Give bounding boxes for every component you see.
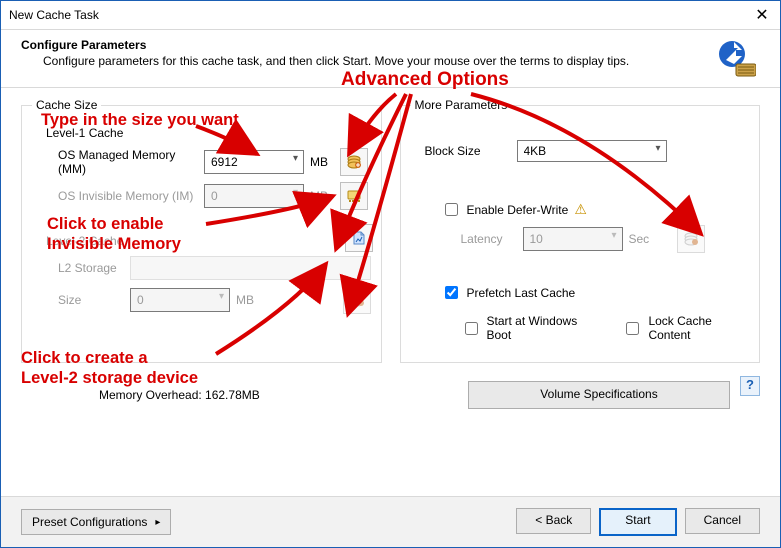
mm-input[interactable] xyxy=(204,150,304,174)
defer-write-label: Enable Defer-Write xyxy=(467,203,569,217)
mm-label: OS Managed Memory (MM) xyxy=(58,148,198,176)
dialog-window: New Cache Task ✕ Configure Parameters Co… xyxy=(0,0,781,548)
l2-advanced-button[interactable] xyxy=(343,286,371,314)
start-button[interactable]: Start xyxy=(599,508,676,536)
warning-icon: ⚠ xyxy=(574,201,587,218)
im-unit: MB xyxy=(310,189,328,203)
l2-create-button[interactable] xyxy=(345,224,373,252)
latency-input xyxy=(523,227,623,251)
level1-title: Level-1 Cache xyxy=(46,126,371,140)
preset-configurations-button[interactable]: Preset Configurations ▸ xyxy=(21,509,171,535)
prefetch-checkbox[interactable] xyxy=(445,286,458,299)
prefetch-label: Prefetch Last Cache xyxy=(467,286,576,300)
block-size-label: Block Size xyxy=(425,144,511,158)
mm-advanced-button[interactable] xyxy=(340,148,368,176)
start-boot-label: Start at Windows Boot xyxy=(487,314,597,342)
chevron-right-icon: ▸ xyxy=(155,517,160,528)
l2-storage-select xyxy=(130,256,371,280)
im-enable-button[interactable] xyxy=(340,182,368,210)
defer-write-checkbox[interactable] xyxy=(445,203,458,216)
more-legend: More Parameters xyxy=(411,98,512,112)
cache-size-legend: Cache Size xyxy=(32,98,101,112)
cache-size-group: Cache Size Level-1 Cache OS Managed Memo… xyxy=(21,98,382,363)
im-input xyxy=(204,184,304,208)
page-title: Configure Parameters xyxy=(21,38,629,52)
latency-unit: Sec xyxy=(629,232,650,246)
l2-size-input xyxy=(130,288,230,312)
memory-overhead-text: Memory Overhead: 162.78MB xyxy=(99,388,260,402)
more-parameters-group: More Parameters Block Size 4KB Enable De… xyxy=(400,98,761,363)
l2-storage-label: L2 Storage xyxy=(58,261,124,275)
volume-specifications-button[interactable]: Volume Specifications xyxy=(468,381,730,409)
footer: Preset Configurations ▸ < Back Start Can… xyxy=(1,496,780,547)
page-subtitle: Configure parameters for this cache task… xyxy=(43,54,629,68)
window-title: New Cache Task xyxy=(9,8,99,22)
start-boot-checkbox[interactable] xyxy=(465,322,478,335)
help-icon[interactable]: ? xyxy=(740,376,760,396)
latency-advanced-button[interactable] xyxy=(677,225,705,253)
header-logo-icon xyxy=(716,38,760,81)
latency-label: Latency xyxy=(461,232,517,246)
lock-cache-checkbox[interactable] xyxy=(626,322,639,335)
l2-size-unit: MB xyxy=(236,293,254,307)
l2-size-label: Size xyxy=(58,293,124,307)
titlebar: New Cache Task ✕ xyxy=(1,1,780,30)
back-button[interactable]: < Back xyxy=(516,508,591,534)
mm-unit: MB xyxy=(310,155,328,169)
close-icon[interactable]: ✕ xyxy=(752,5,772,25)
cancel-button[interactable]: Cancel xyxy=(685,508,760,534)
lock-cache-label: Lock Cache Content xyxy=(648,314,749,342)
header: Configure Parameters Configure parameter… xyxy=(1,30,780,88)
im-label: OS Invisible Memory (IM) xyxy=(58,189,198,203)
block-size-select[interactable]: 4KB xyxy=(517,140,667,162)
level2-title: Level-2 Cache xyxy=(46,234,371,248)
